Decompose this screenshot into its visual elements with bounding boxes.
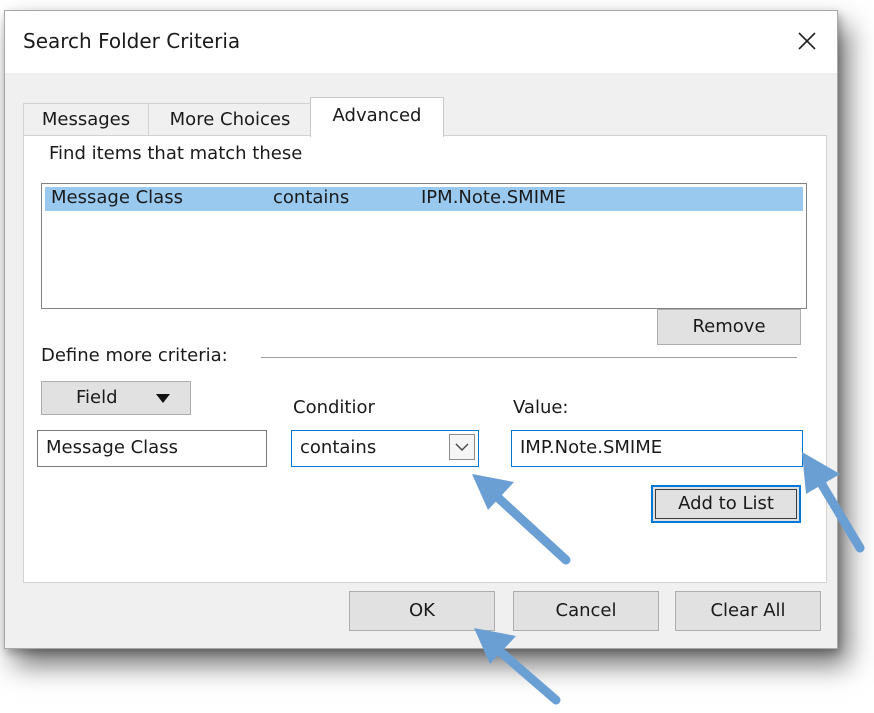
add-to-list-button[interactable]: Add to List	[651, 485, 801, 523]
remove-button-label: Remove	[692, 316, 766, 337]
remove-button[interactable]: Remove	[657, 309, 801, 345]
tab-advanced[interactable]: Advanced	[310, 97, 444, 137]
close-icon[interactable]	[791, 25, 823, 57]
condition-label: Conditior	[293, 397, 375, 418]
list-item-condition: contains	[273, 187, 350, 208]
ok-button-label: OK	[409, 600, 435, 621]
dialog-title: Search Folder Criteria	[23, 29, 241, 53]
tab-messages[interactable]: Messages	[23, 103, 149, 136]
find-items-label: Find items that match these	[49, 143, 303, 164]
tab-more-choices[interactable]: More Choices	[148, 103, 312, 136]
search-folder-criteria-dialog: Search Folder Criteria Messages More Cho…	[4, 10, 838, 649]
define-more-criteria-label: Define more criteria:	[41, 345, 228, 366]
condition-value: contains	[300, 437, 377, 458]
chevron-down-icon	[156, 394, 170, 403]
title-bar: Search Folder Criteria	[5, 11, 837, 73]
list-item-field: Message Class	[51, 187, 183, 208]
focus-rect	[655, 489, 797, 519]
tab-messages-label: Messages	[41, 109, 131, 130]
value-label: Value:	[513, 397, 569, 418]
list-item-value: IPM.Note.SMIME	[421, 187, 566, 208]
cancel-button-label: Cancel	[555, 600, 617, 621]
chevron-down-icon[interactable]	[449, 434, 475, 460]
tab-advanced-label: Advanced	[332, 105, 422, 126]
value-input-text: IMP.Note.SMIME	[520, 437, 663, 458]
cancel-button[interactable]: Cancel	[513, 591, 659, 631]
divider	[261, 357, 797, 358]
field-name-value: Message Class	[46, 437, 178, 458]
value-input[interactable]: IMP.Note.SMIME	[511, 430, 803, 467]
field-button[interactable]: Field	[41, 381, 191, 415]
list-item[interactable]: Message Class contains IPM.Note.SMIME	[45, 187, 803, 211]
tab-more-choices-label: More Choices	[169, 109, 291, 130]
criteria-list[interactable]: Message Class contains IPM.Note.SMIME	[41, 183, 807, 309]
field-button-label: Field	[76, 387, 118, 408]
clear-all-button[interactable]: Clear All	[675, 591, 821, 631]
field-name-input[interactable]: Message Class	[37, 430, 267, 467]
clear-all-button-label: Clear All	[710, 600, 786, 621]
condition-dropdown[interactable]: contains	[291, 430, 479, 467]
ok-button[interactable]: OK	[349, 591, 495, 631]
